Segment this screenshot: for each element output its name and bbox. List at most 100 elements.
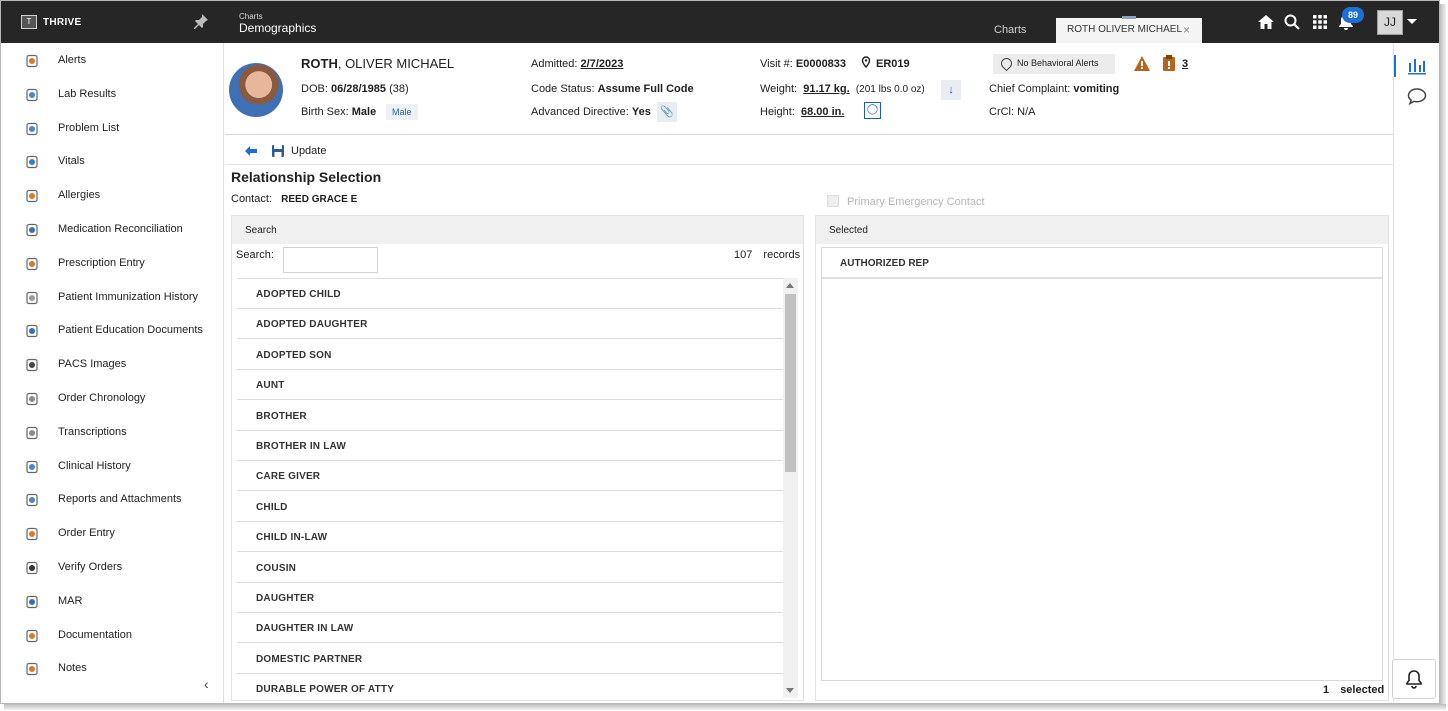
sidebar-item-order-chronology[interactable]: Order Chronology <box>1 388 223 410</box>
list-item[interactable]: AUNT <box>237 370 783 401</box>
list-item[interactable]: ADOPTED DAUGHTER <box>237 309 783 340</box>
sidebar-item-lab-results[interactable]: Lab Results <box>1 84 223 106</box>
bell-icon <box>1406 670 1422 689</box>
sidebar-item-problem-list[interactable]: Problem List <box>1 118 223 140</box>
list-item[interactable]: ADOPTED CHILD <box>237 279 783 309</box>
behavioral-alerts-label: No Behavioral Alerts <box>1017 58 1099 68</box>
visit-row: Visit #: E0000833 <box>760 58 847 70</box>
action-toolbar: Update <box>225 139 1393 165</box>
sidebar-item-patient-education-documents[interactable]: Patient Education Documents <box>1 320 223 342</box>
sidebar-item-notes[interactable]: Notes <box>1 658 223 680</box>
tab-active-indicator <box>1122 16 1136 19</box>
sidebar-item-alerts[interactable]: Alerts <box>1 50 223 72</box>
location-pin-icon <box>998 55 1015 72</box>
search-panel-header: Search <box>232 216 803 244</box>
attachments-icon <box>25 493 39 507</box>
sidebar-item-order-entry[interactable]: Order Entry <box>1 523 223 545</box>
sidebar-item-label: Reports and Attachments <box>58 493 182 506</box>
sidebar-item-patient-immunization-history[interactable]: Patient Immunization History <box>1 287 223 309</box>
sidebar-item-label: Prescription Entry <box>58 256 145 269</box>
paperclip-icon[interactable]: 📎 <box>657 102 677 122</box>
immunization-icon <box>25 291 39 305</box>
list-item[interactable]: CARE GIVER <box>237 461 783 492</box>
patient-name: ROTH, OLIVER MICHAEL <box>301 56 455 71</box>
sidebar-item-clinical-history[interactable]: Clinical History <box>1 456 223 478</box>
alert-count-link[interactable]: 3 <box>1182 58 1188 70</box>
chief-complaint-row: Chief Complaint: vomiting <box>989 83 1120 95</box>
list-item[interactable]: CHILD IN-LAW <box>237 522 783 553</box>
chat-bubble-icon[interactable] <box>1407 87 1427 105</box>
back-arrow-icon[interactable] <box>244 145 258 157</box>
alerts-icon <box>25 54 39 68</box>
arrow-down-icon[interactable]: ↓ <box>941 80 961 100</box>
list-item[interactable]: DAUGHTER <box>237 583 783 613</box>
search-label: Search: <box>236 249 274 261</box>
pacs-images-icon <box>25 358 39 372</box>
selected-list-item[interactable]: AUTHORIZED REP <box>822 248 1382 279</box>
code-status-row: Code Status: Assume Full Code <box>531 83 694 95</box>
vitals-icon <box>25 155 39 169</box>
scale-icon[interactable]: ◯ <box>864 102 881 119</box>
sidebar-item-prescription-entry[interactable]: Prescription Entry <box>1 253 223 275</box>
rail-selected-indicator <box>1394 55 1396 77</box>
list-item[interactable]: CHILD <box>237 492 783 522</box>
search-icon[interactable] <box>1283 13 1301 31</box>
home-icon[interactable] <box>1257 13 1275 31</box>
floating-bell-button[interactable] <box>1392 659 1436 699</box>
allergies-icon <box>25 189 39 203</box>
checkbox-box <box>827 195 839 207</box>
sidebar-item-label: Patient Education Documents <box>58 324 203 337</box>
sidebar-item-documentation[interactable]: Documentation <box>1 625 223 647</box>
scroll-up-icon[interactable] <box>786 283 794 288</box>
scroll-thumb[interactable] <box>785 294 796 472</box>
sidebar-item-transcriptions[interactable]: Transcriptions <box>1 422 223 444</box>
list-item[interactable]: COUSIN <box>237 553 783 583</box>
sidebar-item-label: Lab Results <box>58 87 117 100</box>
primary-emergency-contact-checkbox[interactable]: Primary Emergency Contact <box>827 195 985 208</box>
user-avatar[interactable]: JJ <box>1377 10 1403 35</box>
clipboard-alert-icon[interactable] <box>1162 55 1176 71</box>
sidebar-item-reports-and-attachments[interactable]: Reports and Attachments <box>1 489 223 511</box>
height-row: Height: 68.00 in. <box>760 106 845 118</box>
documentation-icon <box>25 629 39 643</box>
scroll-down-icon[interactable] <box>786 688 794 693</box>
advanced-directive-row: Advanced Directive: Yes <box>531 106 651 118</box>
patient-photo <box>229 63 283 117</box>
bar-chart-icon[interactable] <box>1407 57 1427 75</box>
sidebar-item-vitals[interactable]: Vitals <box>1 151 223 173</box>
sidebar-item-mar[interactable]: MAR <box>1 591 223 613</box>
selected-list: AUTHORIZED REP <box>821 247 1383 681</box>
chevron-down-icon[interactable] <box>1407 19 1417 24</box>
behavioral-alerts-button[interactable]: No Behavioral Alerts <box>993 54 1115 74</box>
window-shadow-bottom <box>4 704 1446 710</box>
sidebar-item-verify-orders[interactable]: Verify Orders <box>1 557 223 579</box>
close-icon[interactable]: × <box>1183 23 1190 37</box>
tab-charts[interactable]: Charts <box>994 24 1026 36</box>
sidebar-item-medication-reconciliation[interactable]: Medication Reconciliation <box>1 219 223 241</box>
sidebar-item-label: Order Chronology <box>58 392 146 404</box>
list-item[interactable]: DURABLE POWER OF ATTY <box>237 674 783 698</box>
sidebar-item-label: Patient Immunization History <box>58 290 198 303</box>
notes-icon <box>25 662 39 676</box>
list-item[interactable]: BROTHER <box>237 401 783 431</box>
search-input[interactable] <box>283 247 378 273</box>
transcriptions-icon <box>25 426 39 440</box>
location-value: ER019 <box>876 58 910 70</box>
sidebar-item-allergies[interactable]: Allergies <box>1 185 223 207</box>
list-item[interactable]: DOMESTIC PARTNER <box>237 644 783 674</box>
tab-patient[interactable]: ROTH OLIVER MICHAEL × <box>1056 16 1202 43</box>
birth-sex-row: Birth Sex: Male <box>301 106 377 118</box>
pin-icon[interactable] <box>193 13 209 29</box>
sidebar-item-label: Medication Reconciliation <box>58 223 183 235</box>
list-item[interactable]: DAUGHTER IN LAW <box>237 613 783 644</box>
contact-row: Contact: REED GRACE E <box>231 193 358 205</box>
list-item[interactable]: ADOPTED SON <box>237 340 783 370</box>
list-scrollbar[interactable] <box>783 278 798 698</box>
warning-icon[interactable] <box>1133 55 1151 72</box>
list-item[interactable]: BROTHER IN LAW <box>237 431 783 461</box>
apps-grid-icon[interactable] <box>1311 13 1329 31</box>
order-chronology-icon <box>25 392 39 406</box>
relationship-list: ADOPTED CHILD ADOPTED DAUGHTER ADOPTED SON… <box>237 278 783 698</box>
sidebar-item-label: Verify Orders <box>58 561 123 573</box>
sidebar-item-pacs-images[interactable]: PACS Images <box>1 354 223 376</box>
